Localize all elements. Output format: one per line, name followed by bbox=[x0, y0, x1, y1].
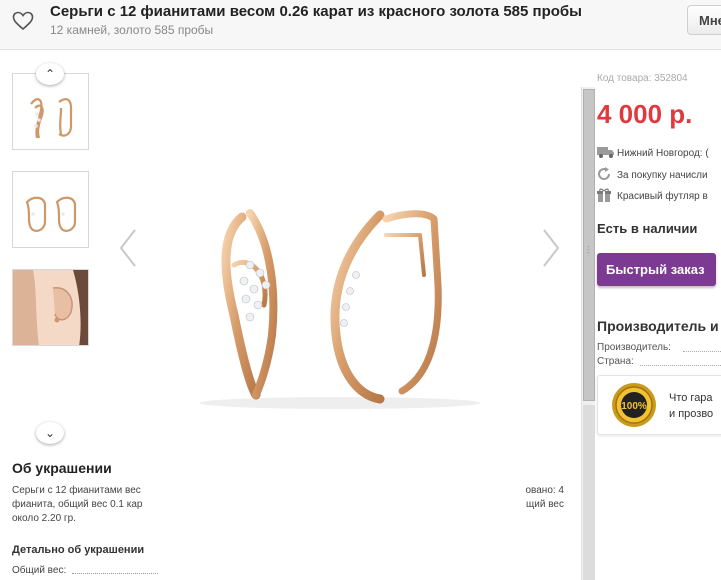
description-right: овано: 4 щий вес bbox=[525, 485, 564, 510]
thumbnail-earrings-pair[interactable] bbox=[12, 171, 89, 248]
grip-icon: --- bbox=[587, 242, 590, 257]
availability-status: Есть в наличии bbox=[597, 221, 698, 236]
refresh-icon bbox=[597, 167, 617, 183]
description-left: Серьги с 12 фианитами вес фианита, общий… bbox=[12, 485, 143, 524]
guarantee-text: Что гара и прозво bbox=[669, 392, 714, 420]
manufacturer-heading: Производитель и bbox=[597, 318, 719, 334]
bonus-info: За покупку начисли bbox=[597, 167, 721, 183]
quick-order-button[interactable]: Быстрый заказ bbox=[597, 253, 716, 286]
weight-leader bbox=[72, 573, 158, 574]
scrollbar-thumb[interactable]: --- bbox=[583, 89, 595, 401]
heart-icon[interactable] bbox=[12, 11, 34, 31]
gift-box-info: Красивый футляр в bbox=[597, 188, 721, 204]
product-price: 4 000 р. bbox=[597, 99, 693, 129]
chevron-right-icon[interactable] bbox=[541, 228, 561, 268]
guarantee-seal-icon: 100% bbox=[612, 383, 656, 427]
chevron-up-icon[interactable]: ⌃ bbox=[36, 63, 64, 85]
product-header: Серьги с 12 фианитами весом 0.26 карат и… bbox=[0, 0, 721, 50]
chevron-down-icon[interactable]: ⌄ bbox=[36, 422, 64, 444]
manufacturer-label: Производитель: bbox=[597, 342, 671, 353]
about-heading: Об украшении bbox=[12, 460, 112, 476]
page-title: Серьги с 12 фианитами весом 0.26 карат и… bbox=[50, 3, 582, 20]
scrollbar[interactable]: --- bbox=[581, 87, 595, 580]
thumbnail-earring-on-ear[interactable] bbox=[12, 269, 89, 346]
product-main-image bbox=[200, 209, 480, 409]
chevron-left-icon[interactable] bbox=[118, 228, 138, 268]
weight-label: Общий вес: bbox=[12, 565, 67, 576]
manufacturer-leader bbox=[683, 351, 721, 352]
country-label: Страна: bbox=[597, 356, 634, 367]
truck-icon bbox=[597, 146, 617, 161]
svg-text:100%: 100% bbox=[621, 401, 647, 412]
country-leader bbox=[640, 365, 721, 366]
gift-icon bbox=[597, 188, 617, 204]
details-heading: Детально об украшении bbox=[12, 544, 145, 556]
product-code: Код товара: 352804 bbox=[597, 73, 688, 84]
header-button[interactable]: Мне bbox=[687, 5, 721, 35]
guarantee-card[interactable]: 100% Что гара и прозво bbox=[597, 375, 721, 435]
page-subtitle: 12 камней, золото 585 пробы bbox=[50, 23, 214, 37]
delivery-info: Нижний Новгород: ( bbox=[597, 146, 721, 162]
scrollbar-track[interactable] bbox=[583, 405, 595, 580]
